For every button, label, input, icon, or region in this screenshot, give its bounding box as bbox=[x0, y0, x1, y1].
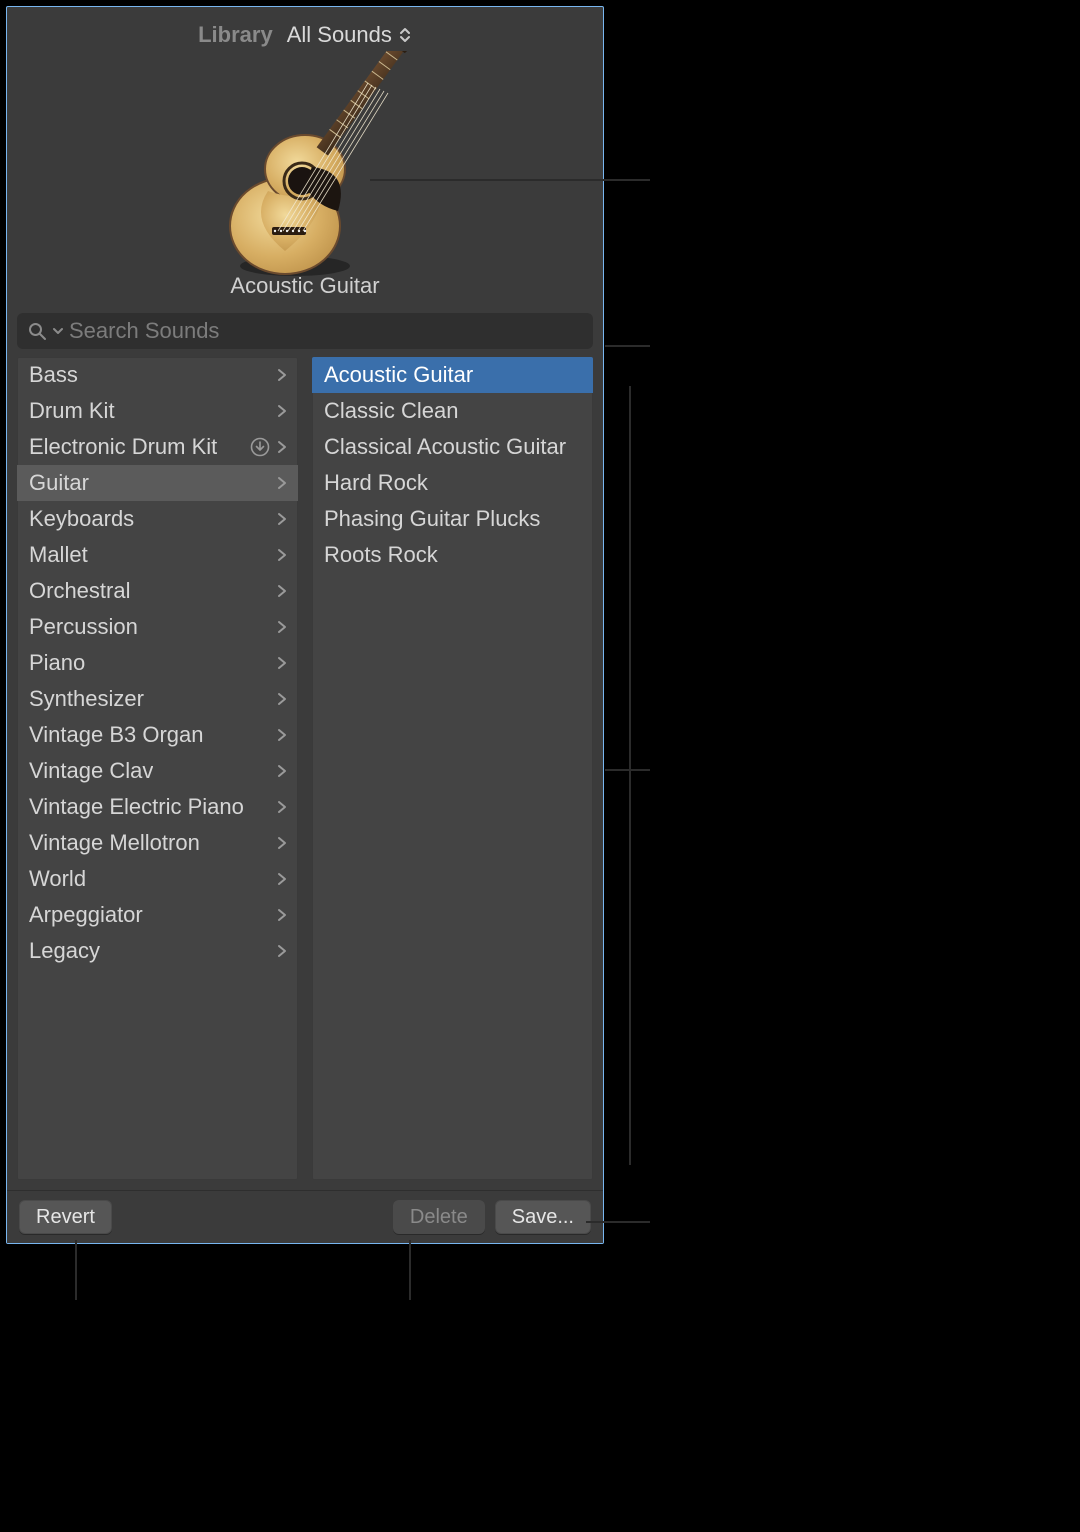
category-row[interactable]: Arpeggiator bbox=[17, 897, 298, 933]
chevron-right-icon bbox=[276, 691, 288, 707]
search-icon bbox=[27, 321, 47, 341]
chevron-right-icon bbox=[276, 871, 288, 887]
category-row[interactable]: Drum Kit bbox=[17, 393, 298, 429]
preset-preview: Acoustic Guitar bbox=[7, 51, 603, 313]
sound-browser: Bass Drum Kit Electronic Drum Kit Guitar… bbox=[7, 357, 603, 1190]
chevron-down-icon bbox=[53, 326, 63, 336]
preset-row[interactable]: Classical Acoustic Guitar bbox=[312, 429, 593, 465]
preset-list[interactable]: Acoustic Guitar Classic Clean Classical … bbox=[312, 357, 593, 1180]
preset-row[interactable]: Classic Clean bbox=[312, 393, 593, 429]
category-row[interactable]: Bass bbox=[17, 357, 298, 393]
category-row[interactable]: Electronic Drum Kit bbox=[17, 429, 298, 465]
chevron-right-icon bbox=[276, 367, 288, 383]
library-panel: Library All Sounds bbox=[6, 6, 604, 1244]
chevron-right-icon bbox=[276, 439, 288, 455]
preset-row[interactable]: Hard Rock bbox=[312, 465, 593, 501]
category-label: Percussion bbox=[29, 614, 138, 640]
chevron-right-icon bbox=[276, 907, 288, 923]
category-label: Bass bbox=[29, 362, 78, 388]
chevron-right-icon bbox=[276, 727, 288, 743]
category-list[interactable]: Bass Drum Kit Electronic Drum Kit Guitar… bbox=[17, 357, 298, 1180]
category-label: Drum Kit bbox=[29, 398, 115, 424]
preset-label: Phasing Guitar Plucks bbox=[324, 506, 540, 532]
instrument-thumbnail bbox=[210, 61, 400, 271]
chevron-right-icon bbox=[276, 655, 288, 671]
category-label: Vintage B3 Organ bbox=[29, 722, 204, 748]
chevron-right-icon bbox=[276, 403, 288, 419]
category-row[interactable]: Mallet bbox=[17, 537, 298, 573]
category-row[interactable]: Vintage Mellotron bbox=[17, 825, 298, 861]
chevron-right-icon bbox=[276, 763, 288, 779]
preset-label: Hard Rock bbox=[324, 470, 428, 496]
download-icon bbox=[250, 437, 270, 457]
category-label: Orchestral bbox=[29, 578, 130, 604]
preset-row[interactable]: Roots Rock bbox=[312, 537, 593, 573]
search-input[interactable]: Search Sounds bbox=[17, 313, 593, 349]
category-label: Arpeggiator bbox=[29, 902, 143, 928]
category-label: Legacy bbox=[29, 938, 100, 964]
preset-label: Classical Acoustic Guitar bbox=[324, 434, 566, 460]
category-label: Mallet bbox=[29, 542, 88, 568]
preset-label: Acoustic Guitar bbox=[324, 362, 473, 388]
category-row[interactable]: Legacy bbox=[17, 933, 298, 969]
preset-row[interactable]: Phasing Guitar Plucks bbox=[312, 501, 593, 537]
preset-label: Classic Clean bbox=[324, 398, 459, 424]
library-footer: Revert Delete Save... bbox=[7, 1190, 603, 1243]
category-label: Synthesizer bbox=[29, 686, 144, 712]
preset-label: Roots Rock bbox=[324, 542, 438, 568]
library-header: Library All Sounds bbox=[7, 7, 603, 313]
chevron-right-icon bbox=[276, 475, 288, 491]
category-row[interactable]: Vintage Electric Piano bbox=[17, 789, 298, 825]
category-row[interactable]: Percussion bbox=[17, 609, 298, 645]
category-row[interactable]: Vintage B3 Organ bbox=[17, 717, 298, 753]
category-row[interactable]: Piano bbox=[17, 645, 298, 681]
chevron-right-icon bbox=[276, 835, 288, 851]
preset-row[interactable]: Acoustic Guitar bbox=[312, 357, 593, 393]
category-label: Keyboards bbox=[29, 506, 134, 532]
category-label: Guitar bbox=[29, 470, 89, 496]
category-label: Electronic Drum Kit bbox=[29, 434, 217, 460]
chevron-right-icon bbox=[276, 511, 288, 527]
search-wrap: Search Sounds bbox=[7, 313, 603, 357]
category-label: Piano bbox=[29, 650, 85, 676]
search-placeholder: Search Sounds bbox=[69, 318, 219, 344]
sound-filter-dropdown[interactable]: All Sounds bbox=[287, 22, 412, 48]
category-label: World bbox=[29, 866, 86, 892]
revert-button[interactable]: Revert bbox=[19, 1200, 112, 1234]
chevron-right-icon bbox=[276, 583, 288, 599]
category-row[interactable]: Vintage Clav bbox=[17, 753, 298, 789]
chevron-right-icon bbox=[276, 799, 288, 815]
category-label: Vintage Mellotron bbox=[29, 830, 200, 856]
category-label: Vintage Electric Piano bbox=[29, 794, 244, 820]
delete-button[interactable]: Delete bbox=[393, 1200, 485, 1234]
save-button[interactable]: Save... bbox=[495, 1200, 591, 1234]
category-row[interactable]: Synthesizer bbox=[17, 681, 298, 717]
category-row[interactable]: World bbox=[17, 861, 298, 897]
updown-chevron-icon bbox=[398, 26, 412, 44]
category-row[interactable]: Orchestral bbox=[17, 573, 298, 609]
category-label: Vintage Clav bbox=[29, 758, 153, 784]
library-title: Library bbox=[198, 22, 273, 48]
chevron-right-icon bbox=[276, 547, 288, 563]
chevron-right-icon bbox=[276, 943, 288, 959]
category-row[interactable]: Guitar bbox=[17, 465, 298, 501]
chevron-right-icon bbox=[276, 619, 288, 635]
category-row[interactable]: Keyboards bbox=[17, 501, 298, 537]
sound-filter-label: All Sounds bbox=[287, 22, 392, 48]
